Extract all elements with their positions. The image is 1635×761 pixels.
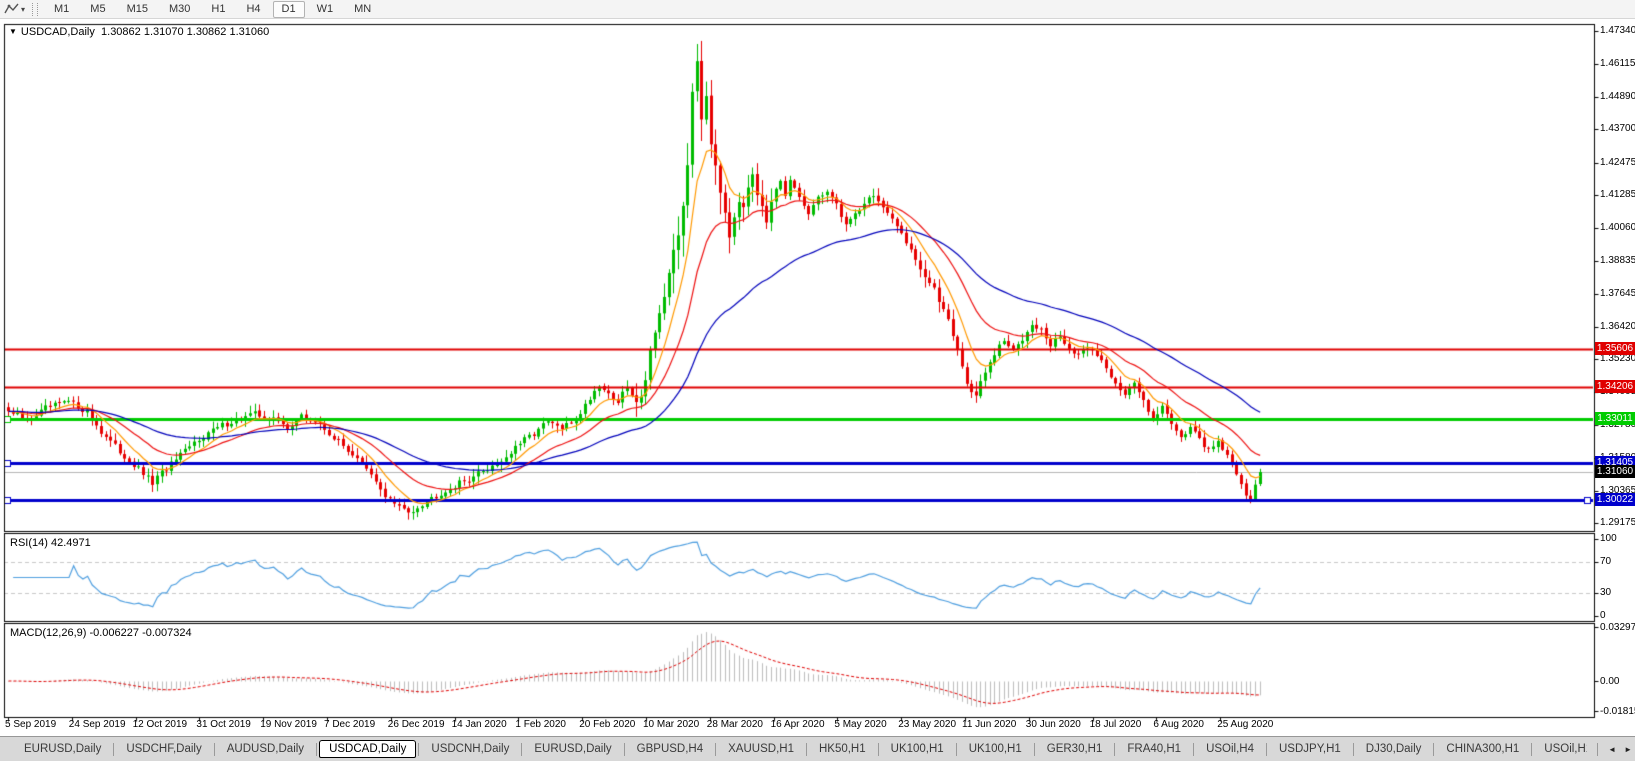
chart-tab-usdcnh-daily[interactable]: USDCNH,Daily bbox=[421, 740, 519, 758]
chart-tab-usdjpy-h1[interactable]: USDJPY,H1 bbox=[1269, 740, 1351, 758]
tab-separator bbox=[623, 742, 625, 756]
price-chart-canvas[interactable] bbox=[0, 0, 1635, 761]
chart-tab-dj30-daily[interactable]: DJ30,Daily bbox=[1356, 740, 1432, 758]
chart-tab-hk50-h1[interactable]: HK50,H1 bbox=[809, 740, 876, 758]
symbol-label: USDCAD,Daily bbox=[20, 26, 95, 38]
tab-separator bbox=[715, 742, 717, 756]
chart-tab-xauusd-h1[interactable]: XAUUSD,H1 bbox=[718, 740, 804, 758]
rsi-indicator-label: RSI(14) 42.4971 bbox=[10, 537, 91, 549]
chart-tab-fra40-h1[interactable]: FRA40,H1 bbox=[1117, 740, 1191, 758]
tab-separator bbox=[213, 742, 215, 756]
collapse-triangle-icon[interactable]: ▼ bbox=[9, 27, 17, 36]
mt4-terminal: ▾ M1M5M15M30H1H4D1W1MN ▼USDCAD,Daily 1.3… bbox=[0, 0, 1635, 761]
tab-scroll-controls: ◄ ► bbox=[1587, 737, 1632, 761]
chart-tab-eurusd-daily[interactable]: EURUSD,Daily bbox=[524, 740, 621, 758]
macd-indicator-label: MACD(12,26,9) -0.006227 -0.007324 bbox=[10, 627, 192, 639]
tab-separator bbox=[955, 742, 957, 756]
chart-tab-audusd-daily[interactable]: AUDUSD,Daily bbox=[217, 740, 314, 758]
chart-tab-eurusd-daily[interactable]: EURUSD,Daily bbox=[14, 740, 111, 758]
tab-separator bbox=[1193, 742, 1195, 756]
tab-separator bbox=[316, 742, 318, 756]
tab-separator bbox=[1352, 742, 1354, 756]
tab-separator bbox=[1114, 742, 1116, 756]
chart-tab-uk100-h1[interactable]: UK100,H1 bbox=[959, 740, 1032, 758]
tab-separator bbox=[877, 742, 879, 756]
tab-separator bbox=[805, 742, 807, 756]
chart-tab-uk100-h1[interactable]: UK100,H1 bbox=[881, 740, 954, 758]
chart-title: ▼ USDCAD,Daily 1.30862 1.31070 1.30862 1.… bbox=[9, 26, 269, 38]
tab-separator bbox=[1433, 742, 1435, 756]
tab-separator bbox=[113, 742, 115, 756]
chart-tab-bar: EURUSD,Daily USDCHF,Daily AUDUSD,Daily USDC… bbox=[0, 736, 1635, 761]
tab-separator bbox=[1531, 742, 1533, 756]
chart-tab-china300-h1[interactable]: CHINA300,H1 bbox=[1436, 740, 1529, 758]
tab-separator bbox=[418, 742, 420, 756]
tab-separator bbox=[521, 742, 523, 756]
tab-separator bbox=[1266, 742, 1267, 756]
chart-tab-usdcad-daily[interactable]: USDCAD,Daily bbox=[319, 740, 417, 758]
tab-list: EURUSD,Daily USDCHF,Daily AUDUSD,Daily USDC… bbox=[14, 740, 1602, 758]
chart-tab-gbpusd-h4[interactable]: GBPUSD,H4 bbox=[627, 740, 713, 758]
scroll-right-icon[interactable]: ► bbox=[1624, 745, 1632, 754]
chart-tab-ger30-h1[interactable]: GER30,H1 bbox=[1037, 740, 1113, 758]
tab-separator bbox=[1597, 743, 1599, 756]
chart-tab-usdchf-daily[interactable]: USDCHF,Daily bbox=[116, 740, 211, 758]
chart-tab-usoil-h4[interactable]: USOil,H4 bbox=[1196, 740, 1264, 758]
scroll-left-icon[interactable]: ◄ bbox=[1608, 745, 1616, 754]
tab-separator bbox=[1033, 742, 1035, 756]
ohlc-values: 1.30862 1.31070 1.30862 1.31060 bbox=[101, 26, 270, 38]
